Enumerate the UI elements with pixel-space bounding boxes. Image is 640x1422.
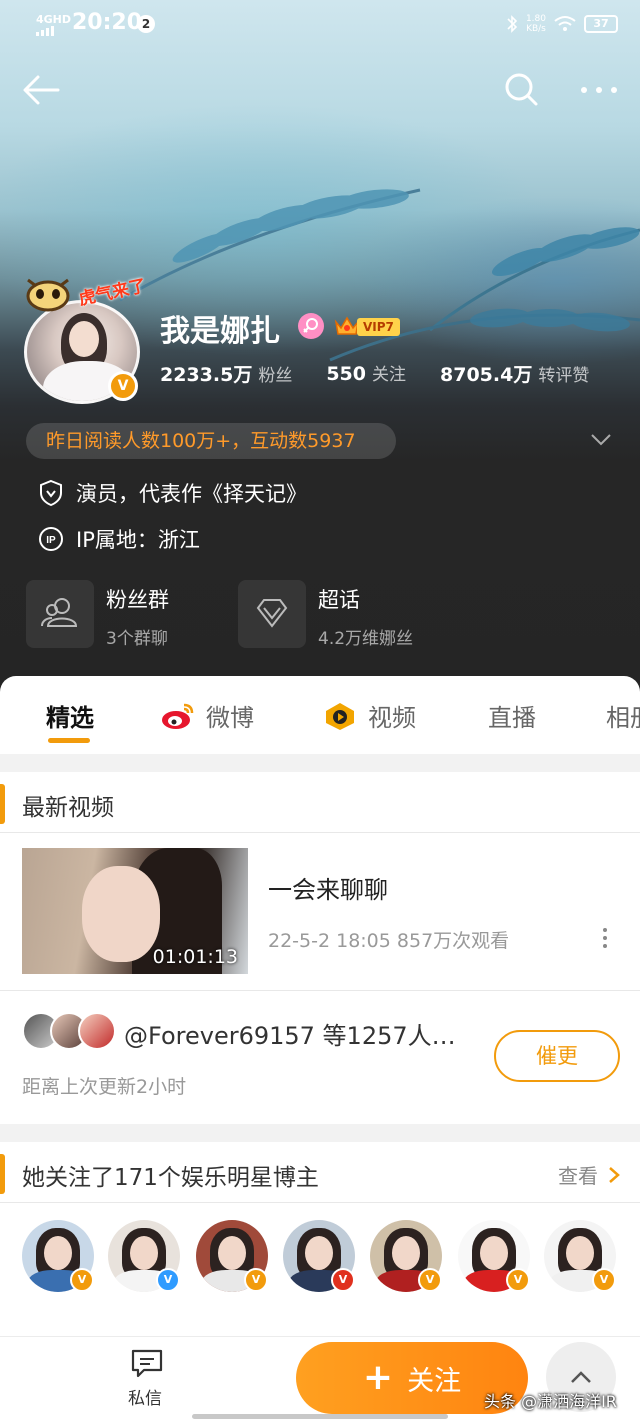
network-speed: 1.80 KB/s bbox=[526, 14, 546, 34]
tab-album[interactable]: 相册 bbox=[606, 698, 640, 733]
svg-text:IP: IP bbox=[46, 535, 56, 546]
fan-group-title: 粉丝群 bbox=[106, 588, 169, 612]
video-duration: 01:01:13 bbox=[152, 946, 238, 968]
plus-icon: + bbox=[362, 1357, 394, 1398]
battery-icon: 37 bbox=[584, 15, 618, 33]
divider bbox=[0, 1202, 640, 1203]
speed-unit: KB/s bbox=[526, 24, 546, 34]
latest-video-title: 最新视频 bbox=[22, 795, 114, 821]
followers-count: 2233.5万 bbox=[160, 364, 253, 386]
divider bbox=[0, 832, 640, 833]
video-meta: 22-5-2 18:05 857万次观看 bbox=[268, 930, 510, 952]
tab-featured[interactable]: 精选 bbox=[46, 698, 94, 733]
follow-label: 关注 bbox=[407, 1365, 462, 1397]
verified-badge: V bbox=[331, 1268, 355, 1292]
ip-icon: IP bbox=[39, 527, 63, 551]
following-title: 她关注了171个娱乐明星博主 bbox=[22, 1165, 319, 1191]
interactions-label: 转评赞 bbox=[538, 366, 590, 386]
section-accent-bar bbox=[0, 1154, 5, 1194]
chevron-down-icon[interactable] bbox=[588, 428, 614, 450]
urge-avatars bbox=[22, 1012, 116, 1052]
bluetooth-icon bbox=[507, 15, 518, 33]
see-more-label: 查看 bbox=[558, 1164, 598, 1188]
fan-group-subtitle: 3个群聊 bbox=[106, 629, 168, 649]
status-right: 1.80 KB/s 37 bbox=[506, 14, 618, 34]
section-accent-bar bbox=[0, 784, 5, 824]
message-icon[interactable] bbox=[130, 1348, 164, 1380]
female-gender-icon bbox=[298, 313, 324, 339]
more-icon[interactable] bbox=[574, 68, 624, 112]
followers-label: 粉丝 bbox=[258, 366, 293, 386]
stat-following[interactable]: 550 关注 bbox=[326, 360, 406, 387]
verified-badge: V bbox=[592, 1268, 616, 1292]
ip-location-row: IP IP属地：浙江 bbox=[38, 524, 200, 554]
tab-active-indicator bbox=[48, 738, 90, 743]
following-label: 关注 bbox=[372, 365, 406, 385]
stat-interactions[interactable]: 8705.4万 转评赞 bbox=[440, 360, 589, 387]
signal-icon bbox=[36, 26, 54, 36]
diamond-icon bbox=[238, 580, 306, 648]
verified-badge: V bbox=[70, 1268, 94, 1292]
ip-location: IP属地：浙江 bbox=[76, 528, 200, 552]
tab-weibo[interactable]: 微博 bbox=[160, 698, 254, 733]
following-count: 550 bbox=[326, 363, 366, 385]
stat-followers[interactable]: 2233.5万 粉丝 bbox=[160, 360, 292, 387]
divider bbox=[0, 990, 640, 991]
profile-description-row: 演员，代表作《择天记》 bbox=[38, 478, 307, 508]
chevron-right-icon bbox=[609, 1166, 620, 1183]
weibo-icon bbox=[162, 703, 194, 729]
video-thumbnail[interactable]: 01:01:13 bbox=[22, 848, 248, 974]
watermark: 头条 @潇洒海洋IR bbox=[484, 1392, 617, 1411]
tab-featured-label: 精选 bbox=[46, 704, 94, 732]
direct-message-label[interactable]: 私信 bbox=[128, 1384, 162, 1409]
notification-count: 2 bbox=[137, 15, 155, 33]
verified-badge: V bbox=[156, 1268, 180, 1292]
verified-badge: V bbox=[244, 1268, 268, 1292]
fan-group-card[interactable]: 粉丝群 3个群聊 bbox=[26, 580, 226, 649]
people-icon bbox=[26, 580, 94, 648]
wifi-icon bbox=[554, 16, 576, 31]
search-icon[interactable] bbox=[500, 68, 544, 112]
more-vertical-icon[interactable] bbox=[596, 926, 614, 950]
read-summary[interactable]: 昨日阅读人数100万+，互动数5937 bbox=[26, 423, 396, 459]
urge-users-text: @Forever69157 等1257人… bbox=[124, 1022, 456, 1050]
interactions-count: 8705.4万 bbox=[440, 364, 533, 386]
tab-live[interactable]: 直播 bbox=[488, 698, 536, 733]
verified-badge: V bbox=[108, 371, 138, 401]
network-type: 4GHD bbox=[36, 13, 72, 26]
profile-description: 演员，代表作《择天记》 bbox=[76, 482, 307, 506]
clock: 20:20 bbox=[72, 10, 143, 35]
profile-name: 我是娜扎 bbox=[160, 314, 280, 349]
tab-video[interactable]: 视频 bbox=[322, 698, 416, 733]
tab-album-label: 相册 bbox=[606, 704, 640, 732]
super-topic-title: 超话 bbox=[318, 588, 360, 612]
video-icon bbox=[326, 702, 354, 730]
last-update-text: 距离上次更新2小时 bbox=[22, 1076, 187, 1098]
super-topic-subtitle: 4.2万维娜丝 bbox=[318, 629, 414, 649]
shield-icon bbox=[40, 479, 62, 507]
status-bar: 4GHD 20:20 2 1.80 KB/s 37 bbox=[0, 0, 640, 50]
speed-value: 1.80 bbox=[525, 14, 546, 24]
super-topic-card[interactable]: 超话 4.2万维娜丝 bbox=[238, 580, 468, 649]
home-indicator[interactable] bbox=[192, 1414, 448, 1419]
video-title[interactable]: 一会来聊聊 bbox=[268, 870, 388, 905]
vip-level-badge[interactable]: VIP7 bbox=[357, 318, 400, 336]
verified-badge: V bbox=[506, 1268, 530, 1292]
tab-weibo-label: 微博 bbox=[206, 704, 254, 732]
back-arrow-icon[interactable] bbox=[18, 68, 64, 112]
avatar bbox=[78, 1012, 116, 1050]
verified-badge: V bbox=[418, 1268, 442, 1292]
see-more-link[interactable]: 查看 bbox=[558, 1160, 624, 1189]
tab-live-label: 直播 bbox=[488, 704, 536, 732]
profile-stats: 2233.5万 粉丝 550 关注 8705.4万 转评赞 bbox=[160, 360, 623, 387]
tab-video-label: 视频 bbox=[368, 704, 416, 732]
urge-update-button[interactable]: 催更 bbox=[494, 1030, 620, 1082]
content-tabs: 精选 微博 视频 直播 相册 bbox=[0, 676, 640, 754]
